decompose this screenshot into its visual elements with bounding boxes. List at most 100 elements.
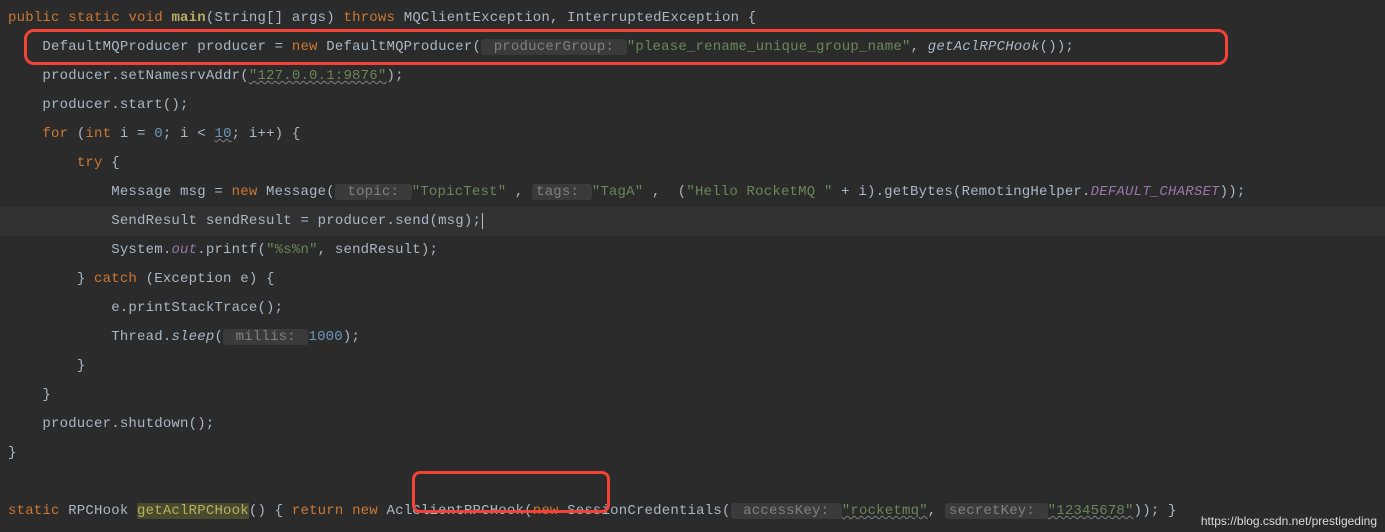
hint-tags: tags: — [532, 184, 592, 200]
start-call: producer.start(); — [42, 97, 188, 113]
kw-catch: catch — [94, 271, 137, 287]
cb: } — [8, 445, 17, 461]
fmt-str: "%s%n" — [266, 242, 318, 258]
main-sig: (String[] args) — [206, 10, 335, 26]
kw-new: new — [232, 184, 258, 200]
code-line-10: } catch (Exception e) { — [8, 265, 1377, 294]
code-line-3: producer.setNamesrvAddr("127.0.0.1:9876"… — [8, 62, 1377, 91]
msg-decl: Message msg = — [111, 184, 231, 200]
topic-str: "TopicTest" — [412, 184, 515, 200]
kw-new2: new — [533, 503, 559, 519]
decl: DefaultMQProducer producer = — [42, 39, 291, 55]
indent — [8, 387, 42, 403]
code-line-16: } — [8, 439, 1377, 468]
p3: ; i < — [163, 126, 215, 142]
ctor: DefaultMQProducer( — [318, 39, 481, 55]
code-line-13: } — [8, 352, 1377, 381]
call-getacl: getAclRPCHook — [928, 39, 1040, 55]
p2: ); — [343, 329, 360, 345]
kw-new: new — [352, 503, 378, 519]
code-line-12: Thread.sleep( millis: 1000); — [8, 323, 1377, 352]
text-caret — [482, 213, 483, 229]
code-line-7: Message msg = new Message( topic: "Topic… — [8, 178, 1377, 207]
watermark-text: https://blog.csdn.net/prestigeding — [1201, 514, 1377, 528]
indent — [8, 358, 77, 374]
indent — [8, 155, 77, 171]
indent — [8, 300, 111, 316]
aclhook: AclClientRPCHook( — [378, 503, 533, 519]
param-hint-producer-group: producerGroup: — [481, 39, 627, 55]
p1: ( — [214, 329, 223, 345]
sleep-method: sleep — [171, 329, 214, 345]
system: System. — [111, 242, 171, 258]
after: ); — [386, 68, 403, 84]
send-call: SendResult sendResult = producer.send(ms… — [111, 213, 481, 229]
indent — [8, 213, 111, 229]
brace: { — [103, 155, 120, 171]
code-line-4: producer.start(); — [8, 91, 1377, 120]
const-charset: DEFAULT_CHARSET — [1091, 184, 1220, 200]
kw-for: for — [42, 126, 68, 142]
sig: () { — [249, 503, 283, 519]
ret-type: RPCHook — [60, 503, 137, 519]
indent — [8, 329, 111, 345]
indent — [8, 416, 42, 432]
code-line-11: e.printStackTrace(); — [8, 294, 1377, 323]
indent — [8, 242, 111, 258]
indent — [8, 271, 77, 287]
p1: ( — [669, 184, 686, 200]
ex1: MQClientException, — [404, 10, 559, 26]
hint-secretkey: secretKey: — [945, 503, 1048, 519]
ctor: Message( — [257, 184, 334, 200]
shutdown: producer.shutdown(); — [42, 416, 214, 432]
hint-millis: millis: — [223, 329, 308, 345]
code-line-6: try { — [8, 149, 1377, 178]
tags-str: "TagA" — [592, 184, 652, 200]
brace: { — [748, 10, 757, 26]
p3: )); — [1220, 184, 1246, 200]
kw-new: new — [292, 39, 318, 55]
thread: Thread. — [111, 329, 171, 345]
kw-try: try — [77, 155, 103, 171]
code-line-18: static RPCHook getAclRPCHook() { return … — [8, 497, 1377, 526]
hello-str: "Hello RocketMQ " — [686, 184, 832, 200]
ten: 10 — [214, 126, 231, 142]
comma: , — [911, 39, 928, 55]
code-line-2: DefaultMQProducer producer = new Default… — [8, 33, 1377, 62]
kw-static: static — [8, 503, 60, 519]
c1: , — [928, 503, 945, 519]
kw-static: static — [68, 10, 120, 26]
code-editor[interactable]: public static void main(String[] args) t… — [8, 4, 1377, 526]
kw-throws: throws — [344, 10, 396, 26]
p4: ; i++) { — [232, 126, 301, 142]
hint-topic: topic: — [335, 184, 412, 200]
c1: , — [515, 184, 532, 200]
code-line-17-blank — [8, 468, 1377, 497]
kw-int: int — [85, 126, 111, 142]
indent — [8, 68, 42, 84]
sesscred: SessionCredentials( — [559, 503, 731, 519]
code-line-9: System.out.printf("%s%n", sendResult); — [8, 236, 1377, 265]
args: , sendResult); — [318, 242, 438, 258]
p2: + i).getBytes(RemotingHelper. — [833, 184, 1091, 200]
indent — [8, 97, 42, 113]
indent — [8, 184, 111, 200]
ex2: InterruptedException — [567, 10, 739, 26]
millis-num: 1000 — [308, 329, 342, 345]
cb: } — [77, 358, 86, 374]
code-line-1: public static void main(String[] args) t… — [8, 4, 1377, 33]
hint-accesskey: accessKey: — [731, 503, 842, 519]
out-field: out — [171, 242, 197, 258]
call: producer.setNamesrvAddr( — [42, 68, 248, 84]
after: ()); — [1040, 39, 1074, 55]
p1: ( — [68, 126, 85, 142]
catch-sig: (Exception e) { — [137, 271, 275, 287]
kw-public: public — [8, 10, 60, 26]
print-trace: e.printStackTrace(); — [111, 300, 283, 316]
secret-key-str: "12345678" — [1048, 503, 1134, 519]
code-line-5: for (int i = 0; i < 10; i++) { — [8, 120, 1377, 149]
printf: .printf( — [197, 242, 266, 258]
kw-return: return — [283, 503, 352, 519]
kw-void: void — [128, 10, 162, 26]
group-name-str: "please_rename_unique_group_name" — [627, 39, 911, 55]
